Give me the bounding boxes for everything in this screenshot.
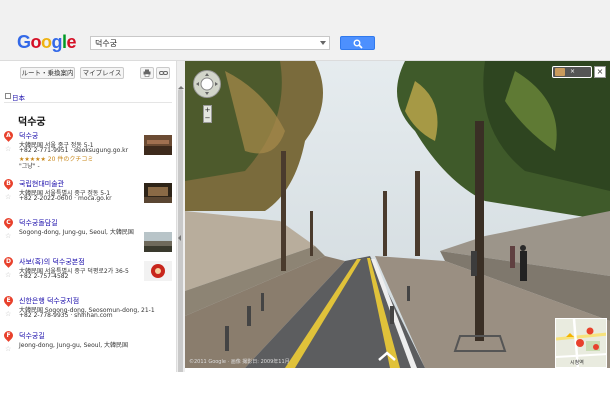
marker-letter: E bbox=[6, 297, 11, 304]
star-icon[interactable]: ☆ bbox=[5, 232, 11, 240]
result-thumbnail[interactable] bbox=[144, 135, 172, 155]
search-input-value: 덕수궁 bbox=[95, 39, 118, 48]
logo-letter: G bbox=[17, 32, 31, 52]
street-view-panel[interactable]: + − × × ©2011 Google · 画像 撮影日: 2009年11月 … bbox=[185, 61, 610, 368]
result-address: Sogong-dong, Jung-gu, Seoul, 大韓民国 bbox=[19, 229, 134, 236]
move-forward-arrow-icon[interactable] bbox=[378, 351, 396, 361]
result-thumbnail[interactable] bbox=[144, 183, 172, 203]
print-icon bbox=[143, 69, 151, 77]
star-icon[interactable]: ☆ bbox=[5, 310, 11, 318]
result-review: "그냥" - bbox=[19, 163, 40, 170]
result-item[interactable]: D ☆ 사보(혹)의 덕수궁본점 大韓民国 서울특별시 중구 덕평로2가 36-… bbox=[0, 255, 177, 295]
star-icon[interactable]: ☆ bbox=[5, 345, 11, 353]
result-phone: +82 2-771-9951 · deoksugung.go.kr bbox=[19, 147, 129, 154]
route-button[interactable]: ルート・乗換案内 bbox=[20, 67, 75, 79]
star-icon[interactable]: ☆ bbox=[5, 145, 11, 153]
result-phone: +82 2-2022-0600 · moca.go.kr bbox=[19, 195, 112, 202]
search-button[interactable] bbox=[340, 36, 375, 50]
star-icon[interactable]: ☆ bbox=[5, 193, 11, 201]
myplaces-button[interactable]: マイプレイス bbox=[80, 67, 124, 79]
search-input[interactable]: 덕수궁 bbox=[90, 36, 330, 50]
zoom-out-button[interactable]: − bbox=[204, 114, 211, 122]
result-phone: +82 2-778-9935 · shinhan.com bbox=[19, 312, 113, 319]
pan-control[interactable] bbox=[193, 70, 221, 98]
marker-letter: C bbox=[6, 219, 11, 226]
sidebar-scrollbar[interactable] bbox=[176, 61, 185, 389]
results-sidebar: ルート・乗換案内 マイプレイス 日本 덕수궁 A ☆ 덕수궁 大韓民国 서울 중… bbox=[0, 61, 178, 372]
result-item[interactable]: A ☆ 덕수궁 大韓民国 서울 중구 정동 5-1 +82 2-771-9951… bbox=[0, 129, 177, 170]
marker-letter: F bbox=[6, 332, 11, 339]
compass-icon bbox=[196, 73, 218, 95]
street-view-image[interactable] bbox=[185, 61, 610, 368]
language-link[interactable]: 日本 bbox=[12, 92, 25, 102]
link-icon bbox=[158, 71, 168, 75]
result-item[interactable]: C ☆ 덕수궁돌담길 Sogong-dong, Jung-gu, Seoul, … bbox=[0, 216, 177, 256]
marker-letter: B bbox=[6, 180, 11, 187]
logo-letter: o bbox=[41, 32, 52, 52]
logo-letter: e bbox=[66, 32, 77, 52]
marker-letter: A bbox=[6, 132, 11, 139]
language-toggle-icon[interactable] bbox=[5, 93, 11, 99]
close-street-view-button[interactable]: × bbox=[594, 66, 606, 78]
imagery-footer: ©2011 Google · 画像 撮影日: 2009年11月 bbox=[189, 359, 290, 365]
dropdown-arrow-icon[interactable] bbox=[320, 41, 326, 45]
bottom-blank-area bbox=[0, 372, 610, 400]
link-button[interactable] bbox=[156, 67, 170, 79]
photo-close-label: × bbox=[570, 68, 576, 75]
mini-map[interactable]: 시청역 bbox=[555, 318, 607, 368]
zoom-in-button[interactable]: + bbox=[204, 106, 211, 114]
place-title: 덕수궁 bbox=[18, 117, 46, 128]
result-address: Jeong-dong, Jung-gu, Seoul, 大韓民国 bbox=[19, 342, 129, 349]
divider bbox=[4, 102, 172, 103]
logo-letter: g bbox=[51, 32, 63, 52]
mini-map-label: 시청역 bbox=[570, 360, 584, 366]
result-item[interactable]: B ☆ 국립현대미술관 大韓民国 서울특별시 중구 정동 5-1 +82 2-2… bbox=[0, 177, 177, 217]
collapse-panel-arrow-icon[interactable] bbox=[178, 235, 181, 241]
print-button[interactable] bbox=[140, 67, 154, 79]
result-thumbnail[interactable] bbox=[144, 232, 172, 252]
result-thumbnail[interactable] bbox=[144, 261, 172, 281]
logo-letter: o bbox=[30, 32, 42, 52]
result-phone: +82 2-757-4582 bbox=[19, 273, 69, 280]
zoom-control[interactable]: + − bbox=[203, 105, 212, 123]
photo-button[interactable]: × bbox=[552, 66, 592, 78]
top-bar: Google 덕수궁 bbox=[0, 0, 610, 61]
google-logo[interactable]: Google bbox=[17, 32, 77, 53]
result-item[interactable]: E ☆ 신한은행 덕수궁지점 大韓民国 Sogong-dong, Seosomu… bbox=[0, 294, 177, 334]
search-icon bbox=[353, 39, 363, 49]
marker-letter: D bbox=[6, 258, 11, 265]
photo-thumbnail-icon bbox=[555, 68, 565, 76]
result-item[interactable]: F ☆ 덕수궁길 Jeong-dong, Jung-gu, Seoul, 大韓民… bbox=[0, 329, 177, 369]
star-icon[interactable]: ☆ bbox=[5, 271, 11, 279]
